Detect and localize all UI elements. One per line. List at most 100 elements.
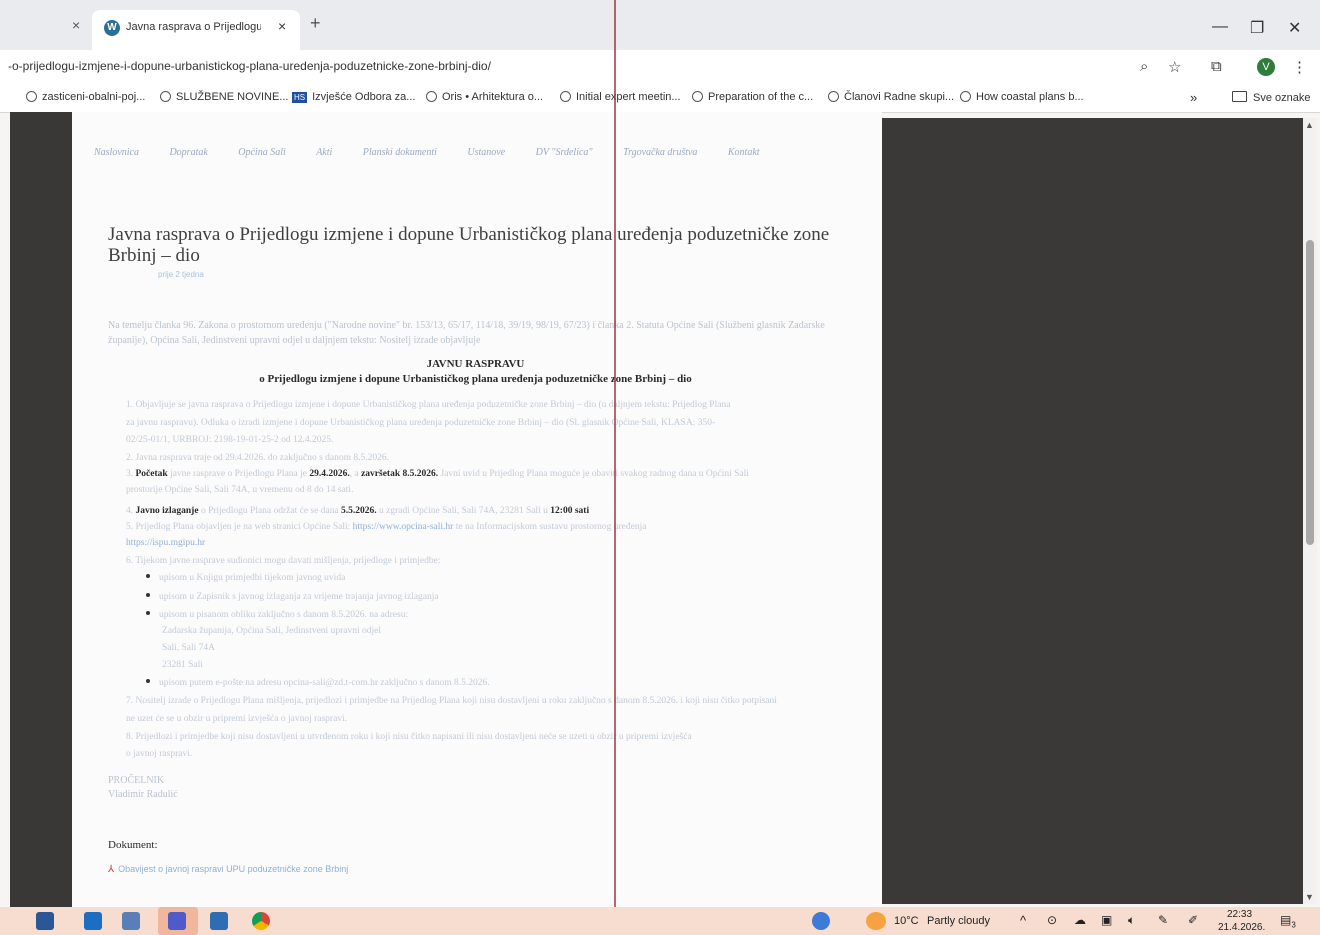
taskbar: 10°C Partly cloudy ^ ⊙ ☁ ▣ 🔈︎ ✎ ✐ 22:33 … bbox=[0, 907, 1320, 935]
list-item: 8. Prijedlozi i primjedbe koji nisu dost… bbox=[126, 732, 692, 742]
list-item: ne uzet će se u obzir u pripremi izvješć… bbox=[126, 714, 348, 724]
all-bookmarks-button[interactable]: Sve oznake bbox=[1232, 91, 1310, 104]
network-icon[interactable]: ▣ bbox=[1101, 913, 1112, 927]
bookmarks-bar: zasticeni-obalni-poj... SLUŽBENE NOVINE.… bbox=[0, 84, 1320, 113]
file-explorer-icon[interactable] bbox=[36, 912, 54, 930]
nav-item[interactable]: DV "Srdelica" bbox=[536, 147, 593, 158]
list-item: prostorije Općine Sali, Sali 74A, u vrem… bbox=[126, 485, 354, 495]
list-item: 1. Objavljuje se javna rasprava o Prijed… bbox=[126, 400, 731, 410]
globe-icon bbox=[426, 91, 437, 102]
address-bar: -o-prijedlogu-izmjene-i-dopune-urbanisti… bbox=[0, 50, 1320, 84]
word-icon[interactable] bbox=[210, 912, 228, 930]
pen-icon[interactable]: ✎ bbox=[1158, 913, 1168, 927]
nav-item[interactable]: Kontakt bbox=[728, 147, 760, 158]
weather-temperature: 10°C bbox=[894, 915, 919, 927]
bullet-item: upisom u Knjigu primjedbi tijekom javnog… bbox=[146, 573, 345, 583]
globe-icon bbox=[560, 91, 571, 102]
bookmark-item[interactable]: Preparation of the c... bbox=[692, 91, 813, 103]
bookmark-item[interactable]: SLUŽBENE NOVINE... bbox=[160, 91, 288, 103]
clock-date[interactable]: 21.4.2026. bbox=[1218, 922, 1265, 933]
globe-icon bbox=[26, 91, 37, 102]
site-navigation: Naslovnica Dopratak Općina Sali Akti Pla… bbox=[94, 142, 786, 160]
globe-icon bbox=[960, 91, 971, 102]
onedrive-tray-icon[interactable]: ☁ bbox=[1074, 913, 1086, 927]
bullet-item: upisom u Zapisnik s javnog izlaganja za … bbox=[146, 592, 439, 602]
bookmark-item[interactable]: zasticeni-obalni-poj... bbox=[26, 91, 145, 103]
scrollbar-thumb[interactable] bbox=[1306, 240, 1314, 545]
tray-app-icon[interactable]: ✐ bbox=[1188, 913, 1198, 927]
announcement-title: JAVNU RASPRAVU bbox=[426, 358, 525, 370]
page-content: Naslovnica Dopratak Općina Sali Akti Pla… bbox=[72, 112, 882, 907]
globe-icon bbox=[160, 91, 171, 102]
hs-favicon-icon: HS bbox=[292, 92, 308, 103]
intro-paragraph: Na temelju članka 96. Zakona o prostorno… bbox=[108, 320, 825, 346]
ispu-link[interactable]: https://ispu.mgipu.hr bbox=[126, 538, 205, 548]
minimize-icon[interactable]: — bbox=[1212, 18, 1228, 36]
folder-icon bbox=[1232, 91, 1247, 102]
weather-condition[interactable]: Partly cloudy bbox=[927, 915, 990, 927]
address-line: Zadarska županija, Općina Sali, Jedinstv… bbox=[162, 626, 381, 636]
onedrive-icon[interactable] bbox=[122, 912, 140, 930]
bookmark-item[interactable]: Initial expert meetin... bbox=[560, 91, 681, 103]
address-line: 23281 Sali bbox=[162, 660, 203, 670]
copilot-icon[interactable] bbox=[812, 912, 830, 930]
notifications-icon[interactable]: ▤3 bbox=[1280, 913, 1296, 929]
url-field[interactable]: -o-prijedlogu-izmjene-i-dopune-urbanisti… bbox=[8, 59, 491, 73]
page-title: Javna rasprava o Prijedlogu izmjene i do… bbox=[108, 224, 830, 266]
bookmark-item[interactable]: Članovi Radne skupi... bbox=[828, 91, 954, 103]
active-tab[interactable]: W Javna rasprava o Prijedlogu iz × bbox=[92, 10, 300, 50]
nav-item[interactable]: Ustanove bbox=[467, 147, 505, 158]
signature-role: PROČELNIK bbox=[108, 775, 165, 786]
list-item: 5. Prijedlog Plana objavljen je na web s… bbox=[126, 522, 647, 532]
scroll-up-arrow-icon[interactable]: ▲ bbox=[1305, 120, 1314, 130]
tab-strip: × W Javna rasprava o Prijedlogu iz × + —… bbox=[0, 0, 1320, 50]
bookmark-item[interactable]: How coastal plans b... bbox=[960, 91, 1084, 103]
volume-icon[interactable]: 🔈︎ bbox=[1128, 913, 1135, 928]
meet-now-icon[interactable]: ⊙ bbox=[1047, 913, 1057, 927]
profile-avatar[interactable]: V bbox=[1257, 58, 1275, 76]
nav-item[interactable]: Dopratak bbox=[169, 147, 207, 158]
nav-item[interactable]: Općina Sali bbox=[238, 147, 286, 158]
website-link[interactable]: https://www.opcina-sali.hr bbox=[353, 522, 454, 532]
list-item: za javnu raspravu). Odluka o izradi izmj… bbox=[126, 418, 716, 428]
new-tab-button[interactable]: + bbox=[310, 13, 321, 34]
scroll-down-arrow-icon[interactable]: ▼ bbox=[1305, 892, 1314, 902]
document-heading: Dokument: bbox=[108, 839, 158, 851]
previous-tab-close-icon[interactable]: × bbox=[72, 17, 80, 33]
pdf-icon: ⅄ bbox=[108, 864, 115, 875]
extensions-icon[interactable]: ⧉ bbox=[1211, 58, 1222, 75]
nav-item[interactable]: Naslovnica bbox=[94, 147, 139, 158]
list-item: 3. Početak javne rasprave o Prijedlogu P… bbox=[126, 469, 749, 479]
list-item: 2. Javna rasprava traje od 29.4.2026. do… bbox=[126, 453, 390, 463]
bookmarks-overflow-icon[interactable]: » bbox=[1190, 90, 1197, 105]
clock-time[interactable]: 22:33 bbox=[1227, 909, 1252, 920]
close-window-icon[interactable]: ✕ bbox=[1288, 18, 1301, 38]
nav-item[interactable]: Akti bbox=[316, 147, 332, 158]
address-line: Sali, Sali 74A bbox=[162, 643, 216, 653]
bookmark-item[interactable]: Oris • Arhitektura o... bbox=[426, 91, 543, 103]
nav-item[interactable]: Trgovačka društva bbox=[623, 147, 697, 158]
list-item: https://ispu.mgipu.hr bbox=[126, 538, 205, 548]
menu-kebab-icon[interactable]: ⋮ bbox=[1292, 58, 1307, 76]
signature-name: Vladimir Radulić bbox=[108, 789, 178, 800]
document-link[interactable]: ⅄ Obavijest o javnoj raspravi UPU poduzet… bbox=[108, 864, 348, 875]
weather-icon bbox=[866, 912, 886, 930]
list-item: 6. Tijekom javne rasprave sudionici mogu… bbox=[126, 556, 441, 566]
bullet-item: upisom u pisanom obliku zaključno s dano… bbox=[146, 610, 408, 620]
bookmark-item[interactable]: HS Izvješće Odbora za... bbox=[292, 91, 415, 103]
list-item: 02/25-01/1, URBROJ: 2198-19-01-25-2 od 1… bbox=[126, 435, 334, 445]
bullet-item: upisom putem e-pošte na adresu opcina-sa… bbox=[146, 678, 490, 688]
list-item: o javnoj raspravi. bbox=[126, 749, 193, 759]
tab-close-icon[interactable]: × bbox=[278, 18, 286, 34]
nav-item[interactable]: Planski dokumenti bbox=[363, 147, 437, 158]
teams-icon bbox=[168, 912, 186, 930]
outlook-icon[interactable] bbox=[84, 912, 102, 930]
show-hidden-icons-icon[interactable]: ^ bbox=[1020, 913, 1026, 928]
chrome-icon[interactable] bbox=[252, 912, 270, 930]
globe-icon bbox=[692, 91, 703, 102]
bookmark-star-icon[interactable]: ☆ bbox=[1168, 58, 1181, 76]
maximize-icon[interactable]: ❐ bbox=[1250, 18, 1264, 38]
left-dark-panel bbox=[10, 112, 72, 907]
search-icon[interactable]: ⌕ bbox=[1140, 58, 1148, 75]
post-meta: prije 2 tjedna bbox=[158, 270, 204, 279]
